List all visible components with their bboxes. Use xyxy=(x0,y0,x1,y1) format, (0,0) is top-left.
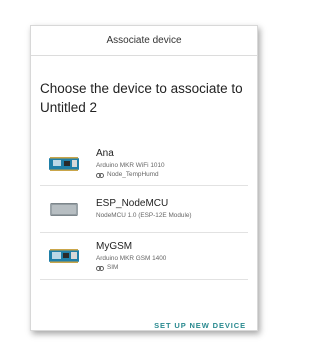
device-name: Ana xyxy=(96,148,114,159)
device-name: ESP_NodeMCU xyxy=(96,198,169,209)
dialog-title: Associate device xyxy=(31,26,257,56)
link-icon xyxy=(96,265,104,271)
device-board: Arduino MKR WiFi 1010 xyxy=(96,162,165,169)
device-board: NodeMCU 1.0 (ESP-12E Module) xyxy=(96,212,192,219)
mkr-board-icon xyxy=(40,156,88,171)
device-item-esp-nodemcu[interactable]: ESP_NodeMCU NodeMCU 1.0 (ESP-12E Module) xyxy=(40,186,248,233)
dialog-prompt: Choose the device to associate to Untitl… xyxy=(40,81,243,115)
link-icon xyxy=(96,172,104,178)
device-thing-name: Node_TempHumd xyxy=(107,171,159,178)
device-item-mygsm[interactable]: MyGSM Arduino MKR GSM 1400 SIM xyxy=(40,233,248,280)
device-name: MyGSM xyxy=(96,240,133,252)
mkr-board-icon xyxy=(40,249,88,263)
device-board: Arduino MKR GSM 1400 xyxy=(96,254,167,262)
device-item-ana[interactable]: Ana Arduino MKR WiFi 1010 Node_TempHumd xyxy=(40,142,248,186)
device-thing: Node_TempHumd xyxy=(96,170,165,179)
nodemcu-module-icon xyxy=(40,202,88,216)
associate-device-dialog: Associate device Choose the device to as… xyxy=(30,25,258,331)
device-list: Ana Arduino MKR WiFi 1010 Node_TempHumd xyxy=(40,142,248,280)
device-thing-name: SIM xyxy=(107,263,119,271)
setup-new-device-button[interactable]: SET UP NEW DEVICE xyxy=(154,321,246,330)
device-thing: SIM xyxy=(96,263,166,272)
